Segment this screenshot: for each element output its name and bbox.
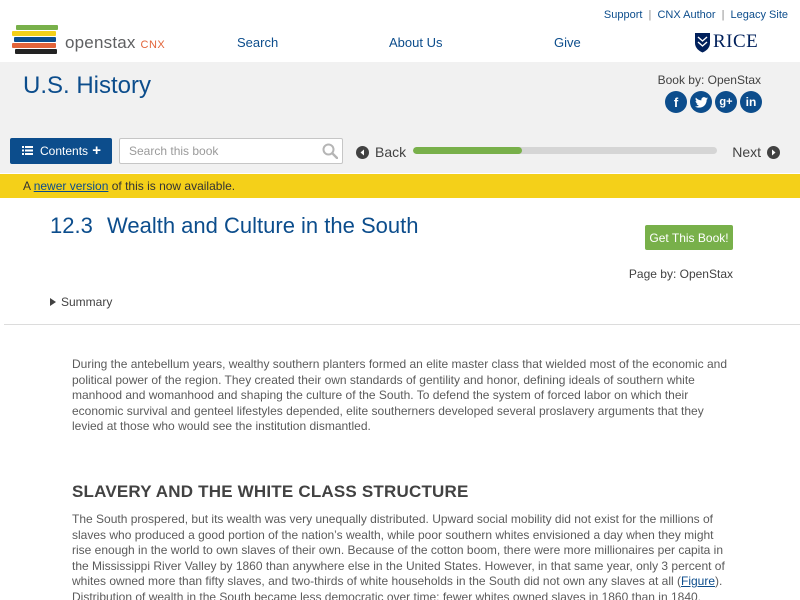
rice-shield-icon — [695, 32, 710, 52]
next-label: Next — [732, 144, 761, 160]
twitter-bird-icon — [694, 96, 708, 108]
reading-progress-bar — [413, 147, 717, 154]
body-paragraph: The South prospered, but its wealth was … — [72, 512, 732, 600]
nav-search[interactable]: Search — [237, 35, 278, 50]
logo-wordmark: openstax CNX — [65, 33, 166, 52]
rice-wordmark: RICE — [713, 31, 759, 52]
next-button[interactable]: Next — [732, 144, 780, 160]
logo-suffix: CNX — [140, 39, 166, 51]
facebook-icon[interactable]: f — [665, 91, 687, 113]
social-share: f g+ in — [665, 91, 762, 113]
back-label: Back — [375, 144, 407, 160]
reading-progress-fill — [413, 147, 523, 154]
nav-about-us[interactable]: About Us — [389, 35, 442, 50]
legacy-site-link[interactable]: Legacy Site — [731, 9, 788, 21]
paragraph-text: The South prospered, but its wealth was … — [72, 512, 725, 588]
cnx-author-link[interactable]: CNX Author — [657, 9, 715, 21]
twitter-icon[interactable] — [690, 91, 712, 113]
search-input[interactable] — [120, 139, 310, 163]
search-icon[interactable] — [322, 143, 338, 159]
get-this-book-button[interactable]: Get This Book! — [645, 225, 733, 250]
subsection-heading: SLAVERY AND THE WHITE CLASS STRUCTURE — [72, 482, 469, 501]
book-toolbar: Contents + Back Next — [0, 130, 800, 173]
intro-paragraph: During the antebellum years, wealthy sou… — [72, 357, 728, 433]
divider: | — [648, 9, 652, 21]
openstax-logo[interactable]: openstax CNX — [12, 25, 177, 55]
caret-right-icon — [50, 298, 56, 306]
nav-give[interactable]: Give — [554, 35, 581, 50]
support-link[interactable]: Support — [604, 9, 643, 21]
arrow-left-icon — [356, 145, 369, 159]
section-title: Wealth and Culture in the South — [107, 213, 419, 238]
plus-icon: + — [92, 142, 101, 159]
contents-button[interactable]: Contents + — [10, 138, 112, 164]
google-plus-icon[interactable]: g+ — [715, 91, 737, 113]
book-author: Book by: OpenStax — [657, 73, 761, 87]
site-header: openstax CNX Support | CNX Author | Lega… — [0, 0, 800, 62]
page-author: Page by: OpenStax — [628, 267, 733, 281]
newer-version-link[interactable]: newer version — [34, 179, 109, 193]
rice-logo[interactable]: RICE — [694, 31, 758, 53]
contents-label: Contents — [40, 144, 89, 158]
summary-toggle[interactable]: Summary — [50, 295, 112, 309]
book-title-band: U.S. History Book by: OpenStax f g+ in — [0, 62, 800, 130]
linkedin-icon[interactable]: in — [740, 91, 762, 113]
figure-link[interactable]: Figure — [681, 574, 715, 588]
divider — [4, 324, 800, 325]
newer-version-notice: A newer version of this is now available… — [0, 174, 800, 198]
list-icon — [22, 146, 33, 155]
arrow-right-icon — [767, 145, 780, 159]
book-title[interactable]: U.S. History — [23, 72, 151, 100]
divider: | — [721, 9, 725, 21]
summary-label: Summary — [61, 295, 113, 309]
notice-suffix: of this is now available. — [108, 179, 236, 193]
utility-links: Support | CNX Author | Legacy Site — [604, 9, 788, 21]
back-button[interactable]: Back — [356, 144, 406, 160]
section-number: 12.3 — [50, 213, 93, 238]
book-stack-icon — [12, 25, 58, 55]
notice-prefix: A — [23, 179, 34, 193]
book-search — [119, 138, 343, 164]
